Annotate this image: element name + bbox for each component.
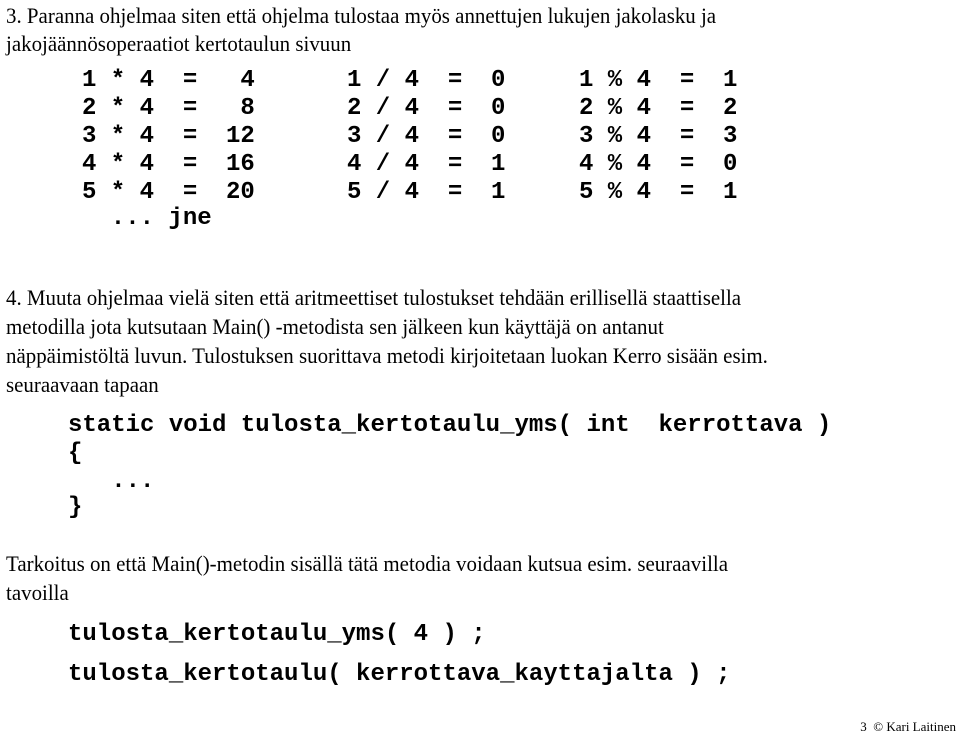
div-cell: 4 / 4 = 1 xyxy=(347,151,506,178)
mul-cell: 3 * 4 = 12 xyxy=(82,123,255,150)
mul-cell: 4 * 4 = 16 xyxy=(82,151,255,178)
code-line: ... xyxy=(68,468,155,495)
div-cell: 5 / 4 = 1 xyxy=(347,179,506,206)
copyright-text: © Kari Laitinen xyxy=(873,719,956,734)
task3-heading-line2: jakojäännösoperaatiot kertotaulun sivuun xyxy=(6,31,352,56)
mul-cell: 1 * 4 = 4 xyxy=(82,67,255,94)
page-number: 3 xyxy=(860,719,867,734)
etc-text: ... jne xyxy=(82,205,212,232)
code-line: static void tulosta_kertotaulu_yms( int … xyxy=(68,412,832,439)
div-cell: 2 / 4 = 0 xyxy=(347,95,506,122)
task4-line: näppäimistöltä luvun. Tulostuksen suorit… xyxy=(6,343,768,368)
task3-heading-line1: 3. Paranna ohjelmaa siten että ohjelma t… xyxy=(6,3,717,28)
mod-cell: 1 % 4 = 1 xyxy=(579,67,738,94)
mod-cell: 4 % 4 = 0 xyxy=(579,151,738,178)
footer: 3 © Kari Laitinen xyxy=(860,719,956,735)
call-example: tulosta_kertotaulu( kerrottava_kayttajal… xyxy=(68,661,731,688)
div-cell: 1 / 4 = 0 xyxy=(347,67,506,94)
task4-line: seuraavaan tapaan xyxy=(6,372,159,397)
etc-row: ... jne xyxy=(82,205,212,289)
mul-cell: 5 * 4 = 20 xyxy=(82,179,255,206)
task4-line: metodilla jota kutsutaan Main() -metodis… xyxy=(6,314,664,339)
purpose-line: tavoilla xyxy=(6,580,69,605)
mod-cell: 2 % 4 = 2 xyxy=(579,95,738,122)
code-line: } xyxy=(68,494,83,521)
purpose-line: Tarkoitus on että Main()-metodin sisällä… xyxy=(6,551,728,576)
code-line: { xyxy=(68,440,83,467)
task4-line: 4. Muuta ohjelmaa vielä siten että aritm… xyxy=(6,285,742,310)
div-cell: 3 / 4 = 0 xyxy=(347,123,506,150)
mod-cell: 5 % 4 = 1 xyxy=(579,179,738,206)
call-example: tulosta_kertotaulu_yms( 4 ) ; xyxy=(68,621,486,648)
mod-cell: 3 % 4 = 3 xyxy=(579,123,738,150)
mul-cell: 2 * 4 = 8 xyxy=(82,95,255,122)
